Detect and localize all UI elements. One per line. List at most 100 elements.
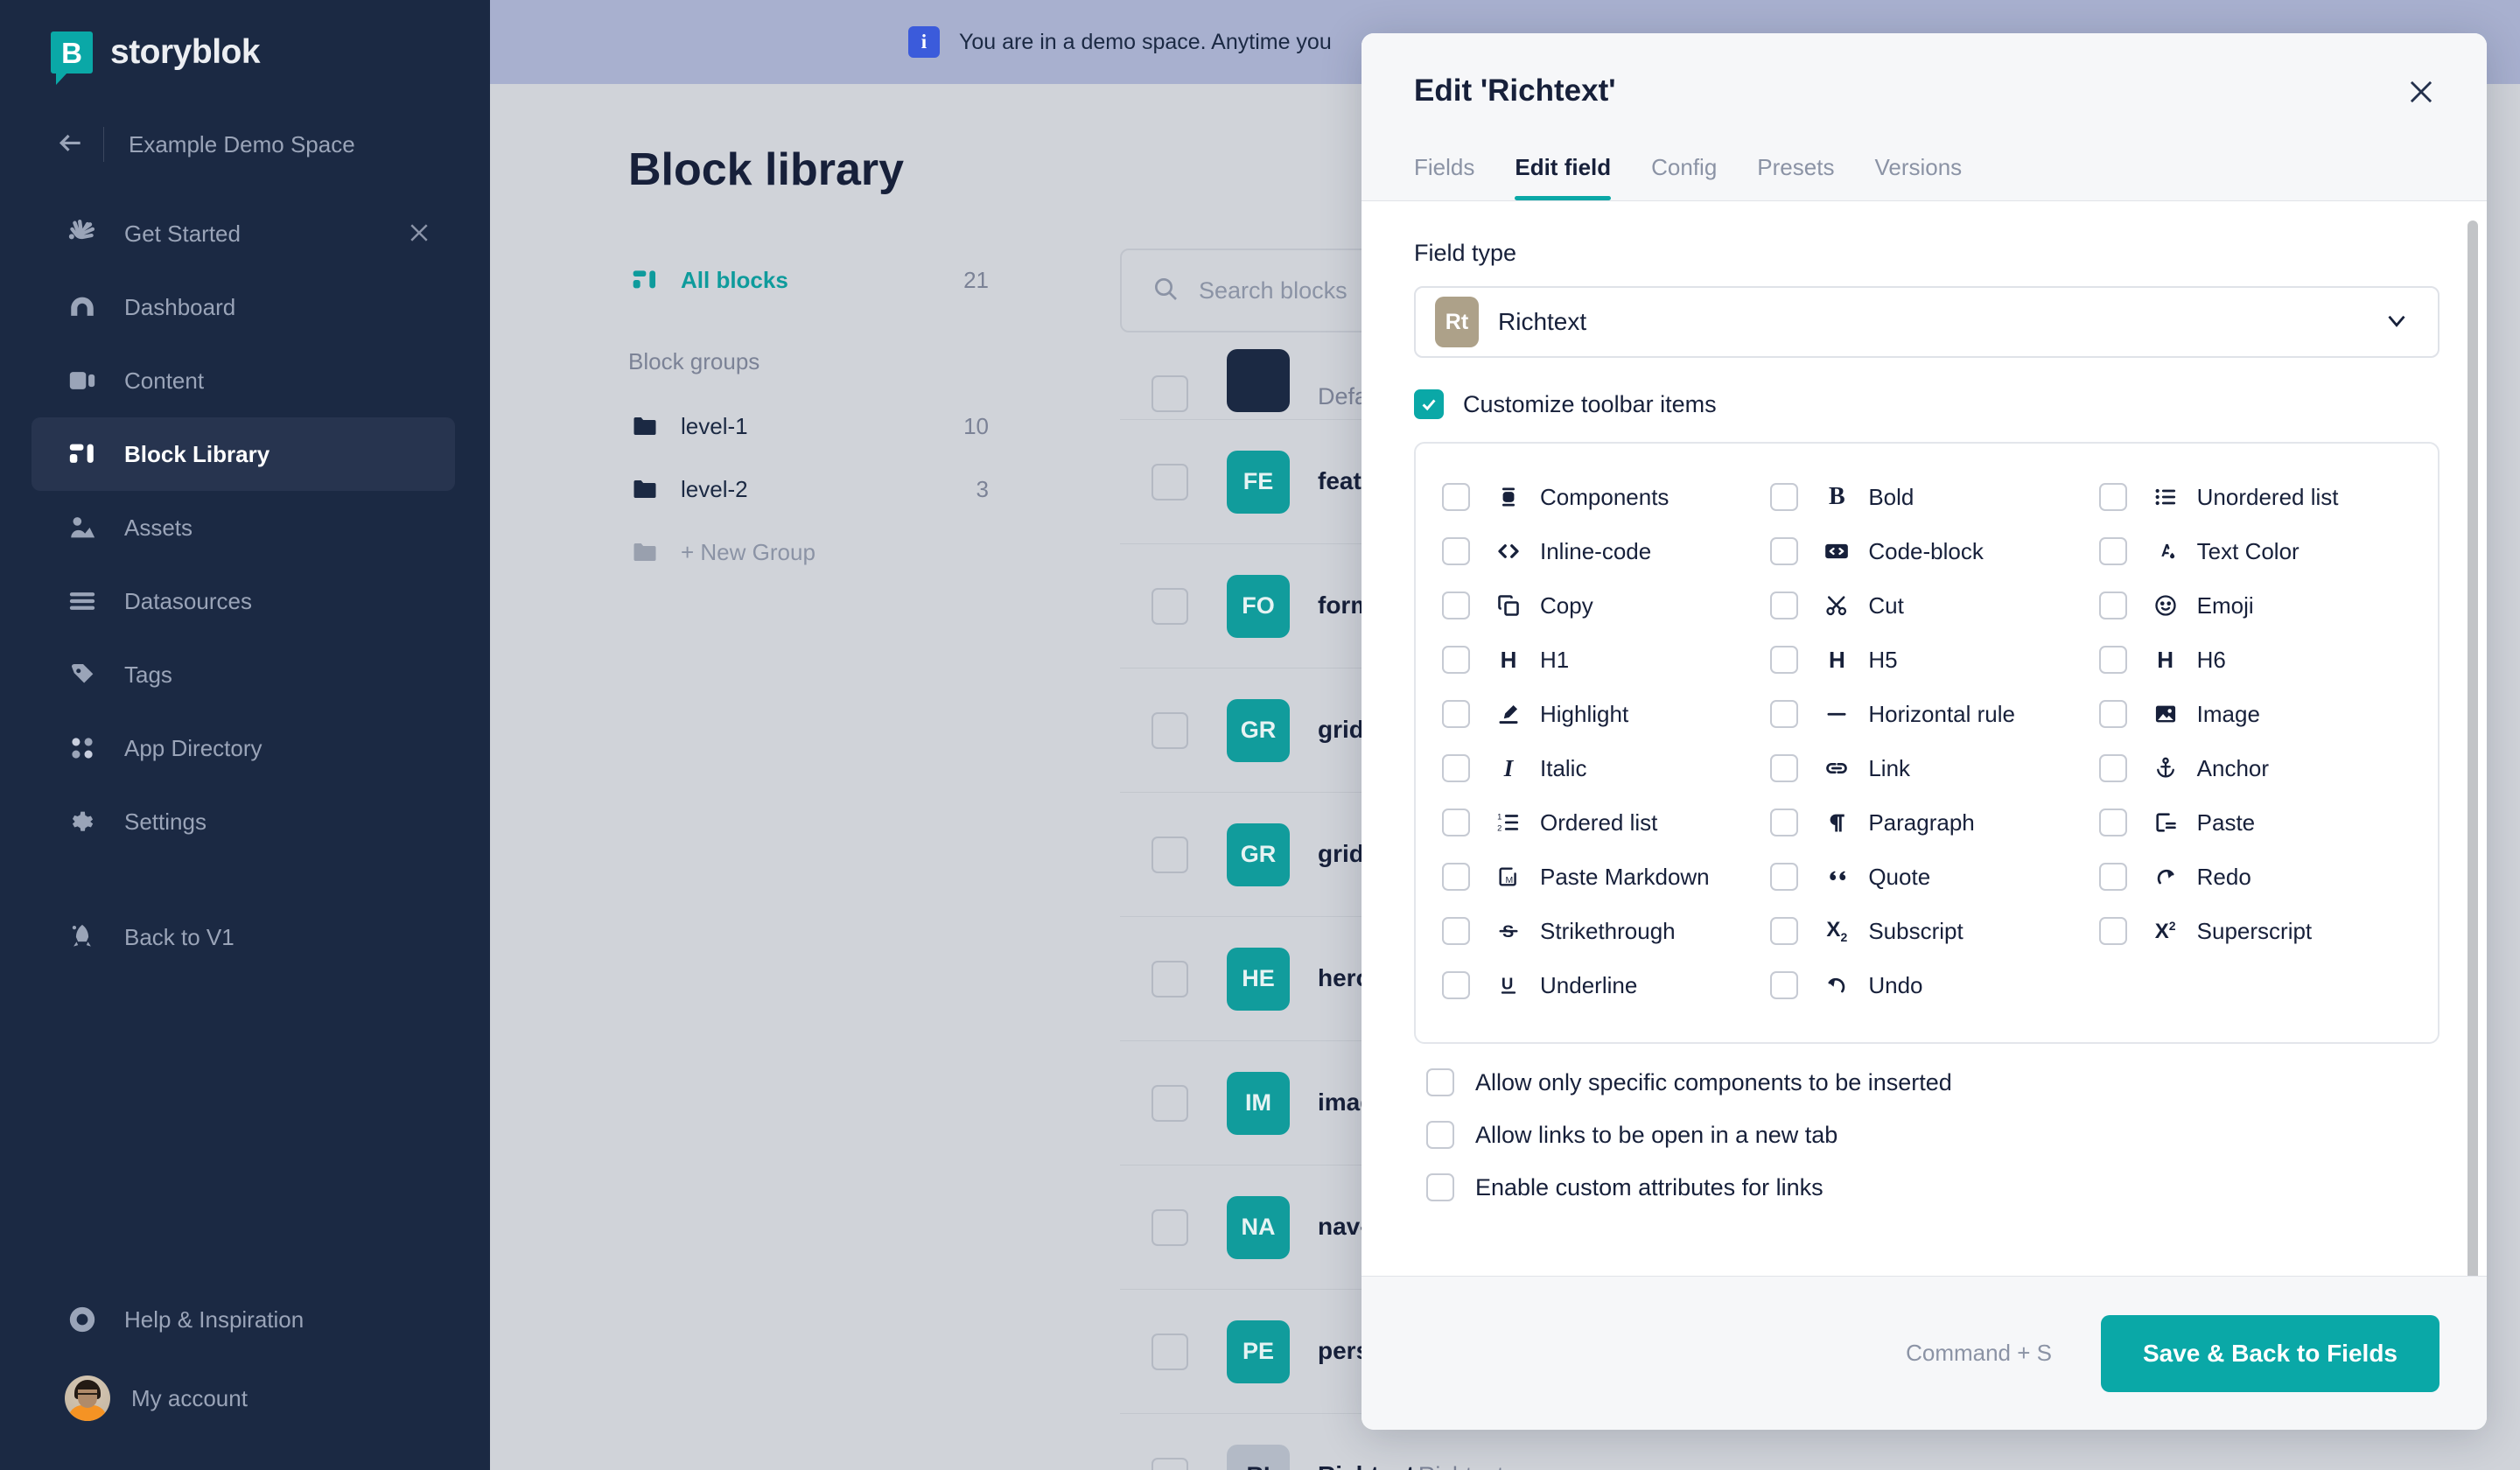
row-checkbox[interactable] (1152, 960, 1188, 998)
toolbar-item-underline[interactable]: U Underline (1442, 958, 1754, 1012)
sidebar-item-help-inspiration[interactable]: Help & Inspiration (32, 1283, 455, 1356)
toolbar-item-checkbox[interactable] (1770, 863, 1799, 891)
toolbar-item-horizontal-rule[interactable]: Horizontal rule (1770, 687, 2082, 741)
sidebar-item-tags[interactable]: Tags (32, 638, 455, 711)
toolbar-item-redo[interactable]: Redo (2098, 850, 2412, 904)
toolbar-item-copy[interactable]: Copy (1442, 578, 1754, 633)
toolbar-item-checkbox[interactable] (1770, 971, 1799, 999)
sidebar-item-get-started[interactable]: Get Started (32, 197, 455, 270)
toolbar-item-paste-markdown[interactable]: M Paste Markdown (1442, 850, 1754, 904)
sidebar-item-my-account[interactable]: My account (32, 1356, 455, 1440)
sidebar-item-back-to-v1[interactable]: Back to V1 (32, 900, 455, 974)
brand-logo-group[interactable]: B storyblok (0, 0, 490, 85)
toolbar-item-paste[interactable]: Paste (2098, 795, 2412, 850)
toolbar-item-checkbox[interactable] (1770, 537, 1799, 565)
toolbar-item-checkbox[interactable] (1442, 863, 1470, 891)
toolbar-item-quote[interactable]: Quote (1770, 850, 2082, 904)
option-allow-specific-components[interactable]: Allow only specific components to be ins… (1414, 1056, 2440, 1109)
row-checkbox[interactable] (1152, 375, 1188, 412)
toolbar-item-link[interactable]: Link (1770, 741, 2082, 795)
close-icon[interactable] (2404, 75, 2440, 110)
option-checkbox[interactable] (1426, 1173, 1454, 1201)
toolbar-item-checkbox[interactable] (1770, 754, 1799, 782)
toolbar-item-checkbox[interactable] (2098, 592, 2127, 620)
tab-fields[interactable]: Fields (1414, 154, 1474, 200)
save-and-back-button[interactable]: Save & Back to Fields (2100, 1314, 2440, 1392)
toolbar-item-checkbox[interactable] (2098, 700, 2127, 728)
sidebar-item-datasources[interactable]: Datasources (32, 564, 455, 638)
toolbar-item-checkbox[interactable] (1770, 700, 1799, 728)
option-enable-custom-attributes[interactable]: Enable custom attributes for links (1414, 1161, 2440, 1214)
toolbar-item-paragraph[interactable]: Paragraph (1770, 795, 2082, 850)
toolbar-item-checkbox[interactable] (1770, 646, 1799, 674)
tab-config[interactable]: Config (1651, 154, 1717, 200)
close-icon[interactable] (406, 220, 434, 248)
toolbar-item-undo[interactable]: Undo (1770, 958, 2082, 1012)
sidebar-item-settings[interactable]: Settings (32, 785, 455, 858)
space-switcher[interactable]: Example Demo Space (0, 120, 490, 169)
toolbar-item-h5[interactable]: H H5 (1770, 633, 2082, 687)
toolbar-item-strikethrough[interactable]: S Strikethrough (1442, 904, 1754, 958)
toolbar-item-ordered-list[interactable]: 12 Ordered list (1442, 795, 1754, 850)
row-checkbox[interactable] (1152, 1457, 1188, 1470)
toolbar-item-h6[interactable]: H H6 (2098, 633, 2412, 687)
toolbar-item-checkbox[interactable] (2098, 863, 2127, 891)
toolbar-item-bold[interactable]: B Bold (1770, 470, 2082, 524)
toolbar-item-italic[interactable]: I Italic (1442, 741, 1754, 795)
field-type-select[interactable]: Rt Richtext (1414, 286, 2440, 358)
row-checkbox[interactable] (1152, 1208, 1188, 1246)
row-checkbox[interactable] (1152, 463, 1188, 500)
toolbar-item-checkbox[interactable] (1442, 917, 1470, 945)
toolbar-item-inline-code[interactable]: Inline-code (1442, 524, 1754, 578)
toolbar-item-checkbox[interactable] (1442, 646, 1470, 674)
sidebar-item-assets[interactable]: Assets (32, 491, 455, 564)
option-allow-links-new-tab[interactable]: Allow links to be open in a new tab (1414, 1109, 2440, 1161)
toolbar-item-checkbox[interactable] (2098, 808, 2127, 836)
new-group-button[interactable]: + New Group (628, 521, 1068, 584)
sidebar-item-app-directory[interactable]: App Directory (32, 711, 455, 785)
row-checkbox[interactable] (1152, 1084, 1188, 1122)
toolbar-item-checkbox[interactable] (1770, 592, 1799, 620)
block-group-level-2[interactable]: level-2 3 (628, 458, 1068, 521)
toolbar-item-components[interactable]: Components (1442, 470, 1754, 524)
toolbar-item-checkbox[interactable] (2098, 646, 2127, 674)
modal-scrollbar[interactable] (2468, 220, 2478, 1276)
sidebar-item-block-library[interactable]: Block Library (32, 417, 455, 491)
row-checkbox[interactable] (1152, 711, 1188, 749)
toolbar-item-checkbox[interactable] (2098, 483, 2127, 511)
toolbar-item-anchor[interactable]: Anchor (2098, 741, 2412, 795)
toolbar-item-unordered-list[interactable]: Unordered list (2098, 470, 2412, 524)
option-checkbox[interactable] (1426, 1121, 1454, 1149)
filter-all-blocks[interactable]: All blocks 21 (628, 248, 1068, 312)
toolbar-item-emoji[interactable]: Emoji (2098, 578, 2412, 633)
toolbar-item-highlight[interactable]: Highlight (1442, 687, 1754, 741)
toolbar-item-checkbox[interactable] (1770, 483, 1799, 511)
option-checkbox[interactable] (1426, 1068, 1454, 1096)
toolbar-item-checkbox[interactable] (1442, 483, 1470, 511)
toolbar-item-code-block[interactable]: Code-block (1770, 524, 2082, 578)
toolbar-item-superscript[interactable]: X2 Superscript (2098, 904, 2412, 958)
tab-edit-field[interactable]: Edit field (1515, 154, 1611, 200)
toolbar-item-checkbox[interactable] (2098, 754, 2127, 782)
toolbar-item-checkbox[interactable] (1442, 971, 1470, 999)
toolbar-item-checkbox[interactable] (1770, 808, 1799, 836)
row-checkbox[interactable] (1152, 1333, 1188, 1370)
sidebar-item-content[interactable]: Content (32, 344, 455, 417)
customize-toolbar-row[interactable]: Customize toolbar items (1414, 389, 2440, 419)
sidebar-item-dashboard[interactable]: Dashboard (32, 270, 455, 344)
toolbar-item-cut[interactable]: Cut (1770, 578, 2082, 633)
row-checkbox[interactable] (1152, 836, 1188, 873)
block-group-level-1[interactable]: level-1 10 (628, 395, 1068, 458)
row-checkbox[interactable] (1152, 587, 1188, 625)
toolbar-item-checkbox[interactable] (1770, 917, 1799, 945)
toolbar-item-h1[interactable]: H H1 (1442, 633, 1754, 687)
arrow-left-icon[interactable] (51, 126, 88, 163)
toolbar-item-checkbox[interactable] (1442, 592, 1470, 620)
toolbar-item-checkbox[interactable] (1442, 754, 1470, 782)
toolbar-item-checkbox[interactable] (1442, 537, 1470, 565)
toolbar-item-text-color[interactable]: Text Color (2098, 524, 2412, 578)
tab-presets[interactable]: Presets (1757, 154, 1834, 200)
toolbar-item-image[interactable]: Image (2098, 687, 2412, 741)
toolbar-item-checkbox[interactable] (2098, 917, 2127, 945)
toolbar-item-subscript[interactable]: X2 Subscript (1770, 904, 2082, 958)
